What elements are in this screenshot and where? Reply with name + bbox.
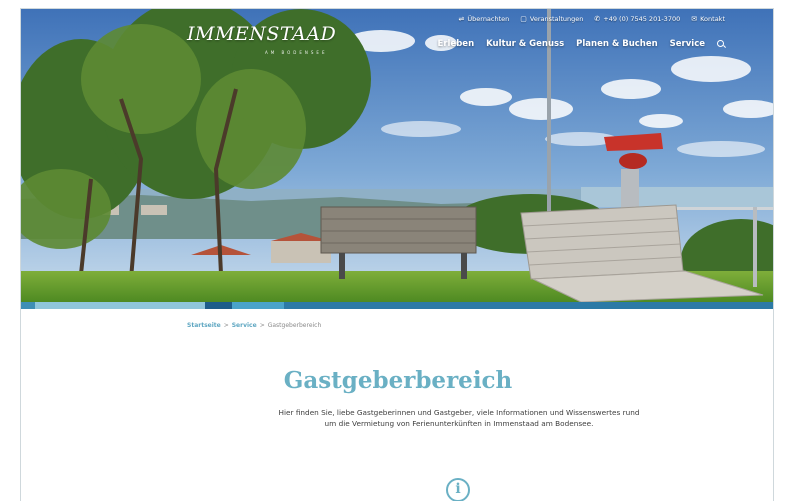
nav-item-planen-buchen[interactable]: Planen & Buchen	[576, 39, 658, 49]
stripe-segment	[232, 302, 284, 309]
stripe-segment	[205, 302, 232, 309]
immenstaad-logo[interactable]: IMMENSTAAD AM BODENSEE	[187, 23, 337, 55]
breadcrumb-startseite[interactable]: Startseite	[187, 322, 221, 329]
stripe-segment	[35, 302, 205, 309]
topbar-label: Übernachten	[467, 15, 510, 23]
topbar-label: Kontakt	[700, 15, 725, 23]
stripe-segment	[284, 302, 773, 309]
nav-item-kultur-genuss[interactable]: Kultur & Genuss	[486, 39, 564, 49]
search-icon[interactable]	[717, 40, 725, 48]
nav-item-erleben[interactable]: Erleben	[438, 39, 475, 49]
topbar-phone[interactable]: ✆ +49 (0) 7545 201-3700	[594, 15, 680, 23]
topbar-label: +49 (0) 7545 201-3700	[603, 15, 681, 23]
breadcrumb: Startseite > Service > Gastgeberbereich	[187, 322, 321, 329]
topbar-label: Veranstaltungen	[529, 15, 584, 23]
page-title: Gastgeberbereich	[283, 367, 513, 394]
mail-icon: ✉	[691, 15, 698, 23]
stripe-segment	[21, 302, 35, 309]
breadcrumb-service[interactable]: Service	[232, 322, 257, 329]
topbar-veranstaltungen[interactable]: ▢ Veranstaltungen	[520, 15, 583, 23]
logo-wordmark: IMMENSTAAD	[187, 23, 337, 45]
breadcrumb-separator: >	[259, 322, 265, 329]
color-stripe	[21, 302, 773, 309]
logo-tagline: AM BODENSEE	[265, 50, 328, 55]
main-navigation: Erleben Kultur & Genuss Planen & Buchen …	[438, 39, 725, 49]
breadcrumb-separator: >	[223, 322, 229, 329]
nav-item-service[interactable]: Service	[670, 39, 705, 49]
breadcrumb-current: Gastgeberbereich	[267, 322, 322, 329]
page-frame: IMMENSTAAD AM BODENSEE ⇌ Übernachten ▢ V…	[20, 8, 774, 501]
topbar-kontakt[interactable]: ✉ Kontakt	[691, 15, 725, 23]
hero-image: IMMENSTAAD AM BODENSEE ⇌ Übernachten ▢ V…	[21, 9, 773, 302]
calendar-icon: ▢	[520, 15, 527, 23]
topbar-uebernachten[interactable]: ⇌ Übernachten	[459, 15, 510, 23]
hero-landscape	[21, 9, 773, 302]
info-icon: i	[446, 478, 470, 501]
intro-text: Hier finden Sie, liebe Gastgeberinnen un…	[278, 408, 640, 428]
bed-icon: ⇌	[458, 15, 465, 23]
phone-icon: ✆	[594, 15, 601, 23]
top-utility-bar: ⇌ Übernachten ▢ Veranstaltungen ✆ +49 (0…	[459, 15, 726, 23]
